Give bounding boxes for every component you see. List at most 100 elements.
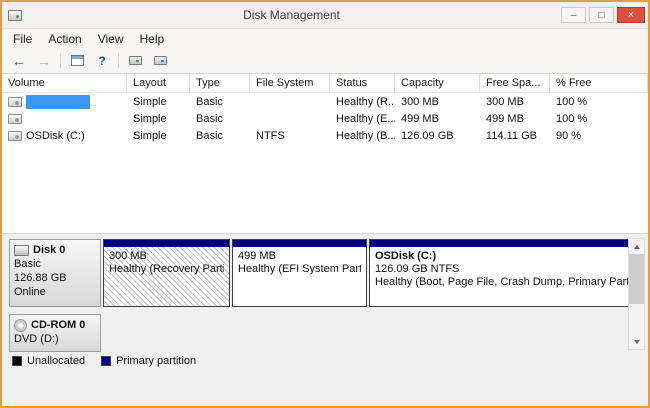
volume-row-recovery[interactable]: Simple Basic Healthy (R... 300 MB 300 MB… [2, 93, 648, 110]
column-header-status[interactable]: Status [330, 74, 395, 92]
graphical-view: Disk 0 Basic 126.88 GB Online 300 MB Hea… [2, 234, 648, 352]
layout-cell: Simple [127, 113, 190, 125]
legend-unallocated: Unallocated [12, 355, 85, 367]
volume-name-cell: OSDisk (C:) [2, 130, 127, 142]
primary-partition-swatch [101, 356, 111, 366]
menu-file[interactable]: File [5, 31, 40, 47]
volume-row-osdisk[interactable]: OSDisk (C:) Simple Basic NTFS Healthy (B… [2, 127, 648, 144]
partition-size: 300 MB [109, 250, 224, 263]
percent-free-cell: 100 % [550, 96, 648, 108]
column-header-layout[interactable]: Layout [127, 74, 190, 92]
titlebar[interactable]: Disk Management – □ × [2, 2, 648, 28]
disk-action-button-2[interactable] [148, 50, 172, 72]
app-icon[interactable] [8, 10, 22, 21]
disk-icon [129, 56, 142, 65]
disk0-type: Basic [14, 257, 96, 271]
close-button[interactable]: × [617, 7, 645, 23]
cdrom0-row: CD-ROM 0 DVD (D:) [9, 314, 622, 352]
minimize-button[interactable]: – [561, 7, 586, 23]
volume-icon [8, 131, 22, 141]
volume-list: Volume Layout Type File System Status Ca… [2, 74, 648, 234]
down-arrow-icon [634, 340, 640, 344]
vertical-scrollbar[interactable] [628, 238, 645, 350]
toolbar-separator [60, 53, 61, 68]
type-cell: Basic [190, 96, 250, 108]
free-space-cell: 114.11 GB [480, 130, 550, 142]
forward-arrow-icon: → [37, 53, 51, 69]
hard-disk-icon [14, 245, 29, 256]
legend-label: Primary partition [116, 355, 196, 367]
partition-osdisk[interactable]: OSDisk (C:) 126.09 GB NTFS Healthy (Boot… [369, 239, 638, 307]
partition-efi[interactable]: 499 MB Healthy (EFI System Partit [232, 239, 367, 307]
disk0-row: Disk 0 Basic 126.88 GB Online 300 MB Hea… [9, 239, 622, 307]
help-button[interactable]: ? [90, 50, 114, 72]
up-arrow-icon [634, 245, 640, 249]
show-console-tree-button[interactable] [65, 50, 89, 72]
column-header-type[interactable]: Type [190, 74, 250, 92]
volume-icon [8, 97, 22, 107]
partition-status: Healthy (EFI System Partit [238, 263, 361, 276]
scroll-up-button[interactable] [629, 239, 644, 254]
partition-status: Healthy (Recovery Parti [109, 263, 224, 276]
type-cell: Basic [190, 130, 250, 142]
disk0-partitions: 300 MB Healthy (Recovery Parti 499 MB He… [103, 239, 638, 307]
column-header-percent-free[interactable]: % Free [550, 74, 648, 92]
partition-recovery[interactable]: 300 MB Healthy (Recovery Parti [103, 239, 230, 307]
toolbar: ← → ? [2, 48, 648, 74]
free-space-cell: 300 MB [480, 96, 550, 108]
disk-action-button-1[interactable] [123, 50, 147, 72]
capacity-cell: 126.09 GB [395, 130, 480, 142]
volume-icon [8, 114, 22, 124]
disk0-label-panel[interactable]: Disk 0 Basic 126.88 GB Online [9, 239, 101, 307]
partition-name: OSDisk (C:) [375, 250, 632, 263]
menu-view[interactable]: View [90, 31, 132, 47]
volume-row-efi[interactable]: Simple Basic Healthy (E... 499 MB 499 MB… [2, 110, 648, 127]
cdrom0-name: CD-ROM 0 [31, 318, 85, 332]
cdrom0-type: DVD (D:) [14, 332, 96, 346]
menu-action[interactable]: Action [40, 31, 89, 47]
column-header-capacity[interactable]: Capacity [395, 74, 480, 92]
volume-name: OSDisk (C:) [26, 130, 85, 142]
disk0-status: Online [14, 285, 96, 299]
partition-size: 499 MB [238, 250, 361, 263]
partition-color-bar [233, 240, 366, 247]
volume-name-cell [2, 114, 127, 124]
scrollbar-track[interactable] [629, 254, 644, 334]
percent-free-cell: 100 % [550, 113, 648, 125]
file-system-cell: NTFS [250, 130, 330, 142]
layout-cell: Simple [127, 96, 190, 108]
partition-size: 126.09 GB NTFS [375, 263, 632, 276]
type-cell: Basic [190, 113, 250, 125]
column-header-free-space[interactable]: Free Spa... [480, 74, 550, 92]
forward-button[interactable]: → [32, 50, 56, 72]
disk0-capacity: 126.88 GB [14, 271, 96, 285]
window-controls: – □ × [561, 7, 645, 23]
bottom-filler [2, 370, 648, 406]
percent-free-cell: 90 % [550, 130, 648, 142]
unallocated-swatch [12, 356, 22, 366]
cd-rom-icon [14, 319, 27, 332]
capacity-cell: 300 MB [395, 96, 480, 108]
layout-cell: Simple [127, 130, 190, 142]
back-button[interactable]: ← [7, 50, 31, 72]
partition-color-bar [370, 240, 637, 247]
maximize-button[interactable]: □ [589, 7, 614, 23]
volume-name-cell [2, 95, 127, 109]
capacity-cell: 499 MB [395, 113, 480, 125]
cdrom0-label-panel[interactable]: CD-ROM 0 DVD (D:) [9, 314, 101, 352]
disk-icon [154, 56, 167, 65]
column-header-volume[interactable]: Volume [2, 74, 127, 92]
status-cell: Healthy (B... [330, 130, 395, 142]
scroll-down-button[interactable] [629, 334, 644, 349]
menu-help[interactable]: Help [132, 31, 173, 47]
selected-volume-highlight [26, 95, 90, 109]
partition-status: Healthy (Boot, Page File, Crash Dump, Pr… [375, 276, 632, 289]
disk0-name: Disk 0 [33, 243, 65, 257]
partition-color-bar [104, 240, 229, 247]
disk-management-window: Disk Management – □ × File Action View H… [0, 0, 650, 408]
scrollbar-thumb[interactable] [629, 254, 644, 304]
toolbar-separator [118, 53, 119, 68]
column-header-file-system[interactable]: File System [250, 74, 330, 92]
legend-primary-partition: Primary partition [101, 355, 196, 367]
legend-label: Unallocated [27, 355, 85, 367]
